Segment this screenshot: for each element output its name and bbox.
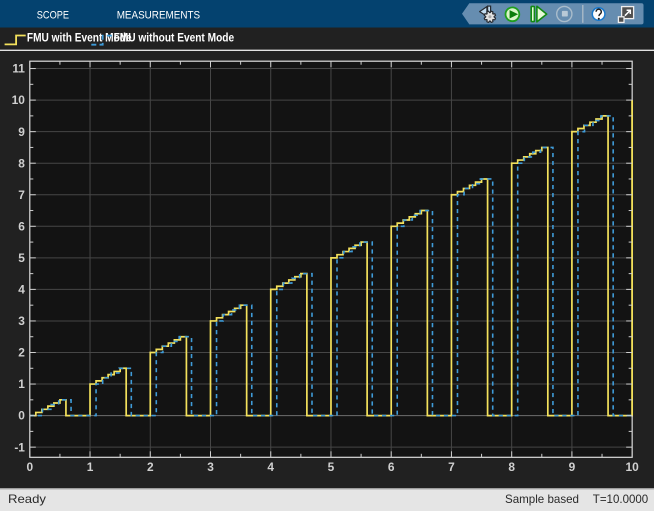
svg-text:8: 8 — [508, 460, 515, 474]
svg-text:5: 5 — [328, 460, 335, 474]
svg-text:10: 10 — [12, 93, 26, 107]
svg-text:SCOPE: SCOPE — [37, 10, 70, 22]
svg-text:5: 5 — [18, 251, 25, 265]
svg-text:9: 9 — [18, 125, 25, 139]
svg-text:0: 0 — [26, 460, 33, 474]
svg-text:Sample based: Sample based — [505, 492, 579, 506]
svg-text:3: 3 — [18, 314, 25, 328]
svg-text:7: 7 — [448, 460, 455, 474]
svg-text:MEASUREMENTS: MEASUREMENTS — [117, 10, 201, 22]
svg-text:10: 10 — [626, 460, 640, 474]
svg-text:9: 9 — [569, 460, 576, 474]
svg-text:6: 6 — [388, 460, 395, 474]
svg-text:4: 4 — [18, 283, 25, 297]
svg-text:T=10.0000: T=10.0000 — [593, 492, 649, 506]
svg-text:-1: -1 — [14, 440, 25, 454]
svg-text:8: 8 — [18, 156, 25, 170]
svg-text:1: 1 — [18, 377, 25, 391]
svg-text:Ready: Ready — [8, 492, 46, 506]
svg-text:2: 2 — [147, 460, 154, 474]
svg-text:0: 0 — [18, 409, 25, 423]
svg-text:FMU without Event Mode: FMU without Event Mode — [114, 31, 235, 45]
svg-text:1: 1 — [87, 460, 94, 474]
svg-text:11: 11 — [12, 62, 25, 76]
svg-text:4: 4 — [267, 460, 274, 474]
svg-text:7: 7 — [18, 188, 25, 202]
svg-text:2: 2 — [18, 346, 25, 360]
svg-text:3: 3 — [207, 460, 214, 474]
svg-text:6: 6 — [18, 219, 25, 233]
